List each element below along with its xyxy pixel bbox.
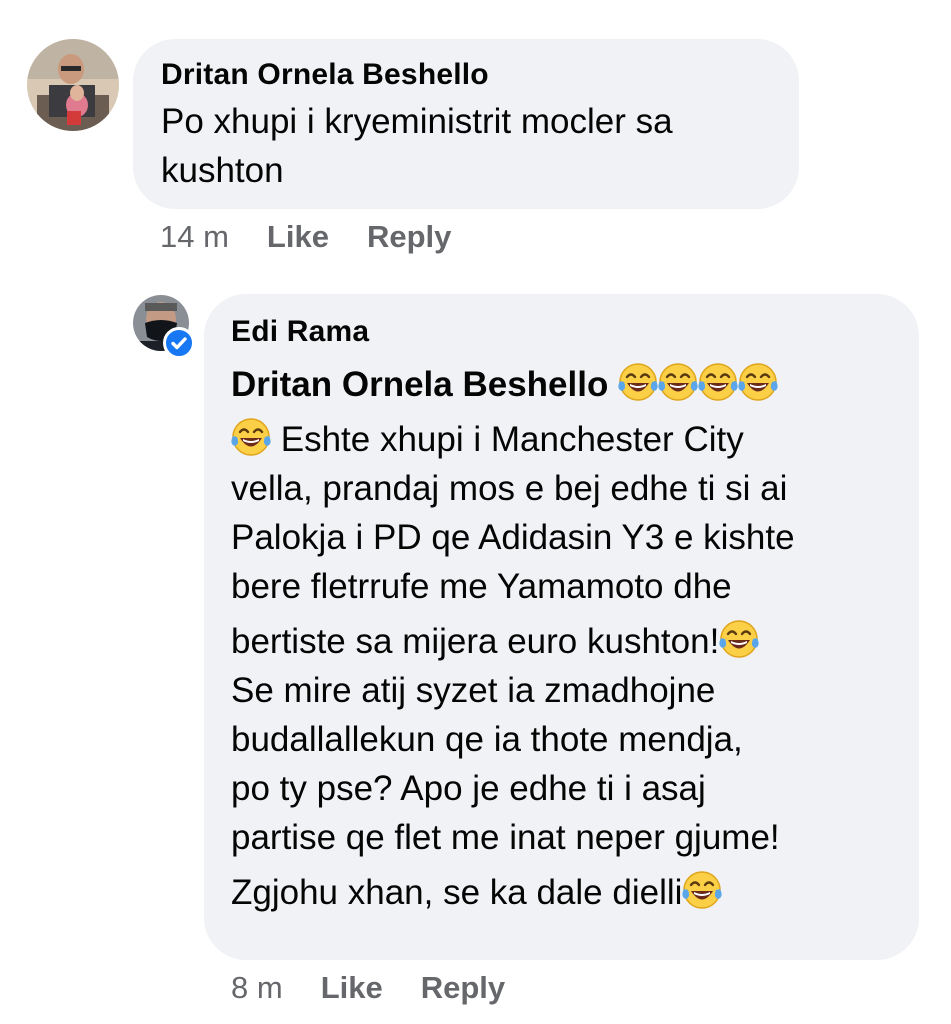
reply-text-line: partise qe flet me inat neper gjume! — [231, 818, 780, 857]
verified-badge-icon — [163, 327, 195, 359]
reply-text-segment: bertiste sa mijera euro kushton! — [231, 622, 720, 661]
face-with-tears-of-joy-icon — [719, 619, 759, 659]
reply-text-line: Zgjohu xhan, se ka dale dielli — [231, 868, 895, 917]
face-with-tears-of-joy-icon — [231, 417, 271, 457]
face-with-tears-of-joy-icon — [698, 362, 738, 402]
reply-button[interactable]: Reply — [367, 219, 451, 255]
comments-thread: Dritan Ornela Beshello Po xhupi i kryemi… — [0, 0, 951, 1024]
commenter-avatar[interactable] — [27, 39, 119, 131]
reply-text-line: vella, prandaj mos e bej edhe ti si ai — [231, 469, 788, 508]
comment-author[interactable]: Dritan Ornela Beshello — [161, 57, 771, 93]
mention-tag[interactable]: Dritan Ornela Beshello — [231, 365, 608, 404]
comment-text: Po xhupi i kryeministrit mocler sa kusht… — [161, 97, 771, 195]
reply-author[interactable]: Edi Rama — [231, 314, 895, 350]
comment-timestamp[interactable]: 14 m — [160, 219, 229, 255]
mention-line: Dritan Ornela Beshello — [231, 360, 895, 409]
face-with-tears-of-joy-icon — [658, 362, 698, 402]
face-with-tears-of-joy-icon — [682, 870, 723, 910]
like-button[interactable]: Like — [267, 219, 329, 255]
reply-text-line: Palokja i PD qe Adidasin Y3 e kishte — [231, 518, 795, 557]
reply-text-line: bertiste sa mijera euro kushton! — [231, 617, 895, 666]
reply-bubble[interactable]: Edi Rama Dritan Ornela Beshello Eshte xh… — [204, 294, 919, 960]
reply-text-line: budallallekun qe ia thote mendja, — [231, 720, 743, 759]
reply-text-line: bere fletrrufe me Yamamoto dhe — [231, 567, 732, 606]
reply-text-line: Se mire atij syzet ia zmadhojne — [231, 671, 716, 710]
reply-text-line: Eshte xhupi i Manchester City — [231, 415, 895, 464]
reply-text-segment: Zgjohu xhan, se ka dale dielli — [231, 873, 683, 912]
face-with-tears-of-joy-icon — [618, 362, 658, 402]
face-with-tears-of-joy-icon — [738, 362, 778, 402]
comment-meta: 14 m Like Reply — [160, 219, 451, 255]
comment-text-line: kushton — [161, 151, 284, 190]
reply-timestamp[interactable]: 8 m — [231, 970, 283, 1006]
like-button[interactable]: Like — [321, 970, 383, 1006]
comment-text-line: Po xhupi i kryeministrit mocler sa — [161, 102, 673, 141]
reply-text-segment: Eshte xhupi i Manchester City — [280, 420, 744, 459]
reply-text: Eshte xhupi i Manchester City vella, pra… — [231, 415, 895, 917]
comment-bubble[interactable]: Dritan Ornela Beshello Po xhupi i kryemi… — [133, 39, 799, 209]
reply-meta: 8 m Like Reply — [231, 970, 505, 1006]
reply-button[interactable]: Reply — [421, 970, 505, 1006]
reply-text-line: po ty pse? Apo je edhe ti i asaj — [231, 769, 706, 808]
